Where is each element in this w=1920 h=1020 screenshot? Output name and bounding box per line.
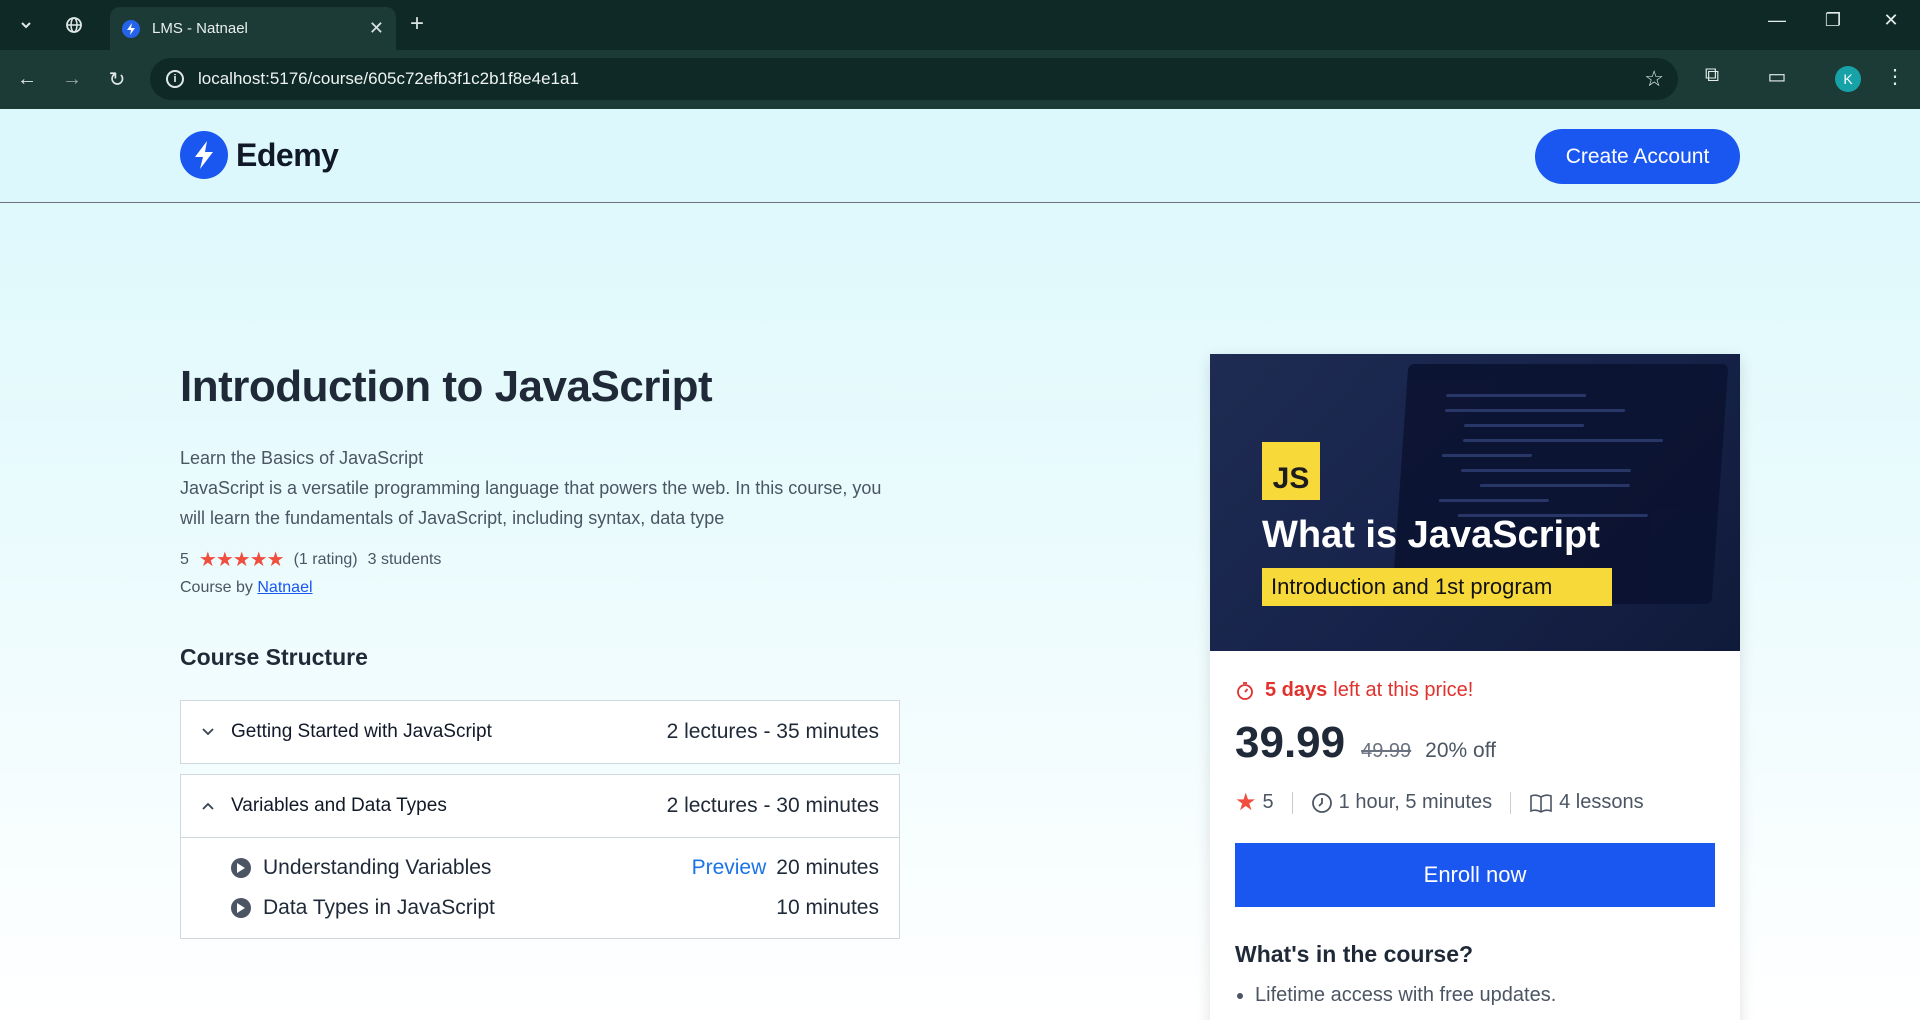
play-icon (231, 858, 251, 878)
new-tab-button[interactable]: + (410, 11, 424, 37)
thumbnail-subtitle: Introduction and 1st program (1262, 568, 1612, 606)
byline: Course by Natnael (180, 579, 313, 597)
create-account-button[interactable]: Create Account (1535, 129, 1740, 184)
chapter-header[interactable]: Variables and Data Types 2 lectures - 30… (181, 775, 899, 837)
lecture-list: Understanding Variables Preview 20 minut… (181, 837, 899, 938)
lecture-duration: 10 minutes (776, 896, 879, 919)
bookmark-star-icon[interactable]: ☆ (1644, 66, 1664, 92)
feature-list: Lifetime access with free updates. (1235, 984, 1715, 1007)
play-icon (231, 898, 251, 918)
feature-item: Lifetime access with free updates. (1255, 984, 1715, 1007)
lecture-row: Data Types in JavaScript 10 minutes (231, 888, 879, 928)
duration-stat: 1 hour, 5 minutes (1338, 791, 1493, 813)
star-icons: ★★★★★ (198, 549, 285, 571)
deadline-text: left at this price! (1333, 679, 1474, 701)
original-price: 49.99 (1361, 740, 1412, 762)
divider (1291, 791, 1293, 814)
js-logo: JS (1262, 442, 1320, 500)
rating-stat: 5 (1262, 791, 1274, 813)
lecture-title: Understanding Variables (263, 856, 492, 879)
rating-row: 5 ★★★★★ (1 rating) 3 students (180, 547, 441, 572)
price-row: 39.99 49.99 20% off (1235, 718, 1715, 768)
page: Edemy Create Account Introduction to Jav… (0, 109, 1920, 1020)
book-icon (1530, 793, 1552, 813)
chevron-up-icon (201, 798, 217, 814)
course-thumbnail: JS What is JavaScript Introduction and 1… (1210, 354, 1740, 651)
enroll-button[interactable]: Enroll now (1235, 843, 1715, 907)
tab-title: LMS - Natnael (152, 20, 248, 37)
globe-icon[interactable] (58, 9, 90, 41)
description-line: Learn the Basics of JavaScript (180, 448, 424, 468)
chapter-title: Variables and Data Types (231, 795, 447, 816)
course-title: Introduction to JavaScript (180, 362, 713, 411)
browser-tab[interactable]: LMS - Natnael ✕ (110, 7, 396, 50)
reading-mode-icon[interactable]: ▭ (1762, 64, 1792, 89)
lightning-icon (180, 131, 228, 179)
student-count: 3 students (367, 550, 442, 568)
chapter-title: Getting Started with JavaScript (231, 721, 492, 742)
chapter-meta: 2 lectures - 30 minutes (666, 794, 879, 817)
back-icon[interactable]: ← (12, 64, 42, 94)
lessons-stat: 4 lessons (1559, 791, 1644, 813)
lightning-icon (122, 19, 140, 38)
current-price: 39.99 (1235, 718, 1346, 767)
card-body: 5 days left at this price! 39.99 49.99 2… (1210, 679, 1740, 1007)
discount: 20% off (1425, 739, 1497, 762)
preview-link[interactable]: Preview (692, 856, 767, 880)
whats-in-course-heading: What's in the course? (1235, 941, 1474, 967)
chevron-down-icon (201, 724, 217, 740)
lecture-row: Understanding Variables Preview 20 minut… (231, 848, 879, 888)
course-stats: ★ 5 1 hour, 5 minutes 4 lessons (1235, 788, 1715, 817)
course-description: Learn the Basics of JavaScript JavaScrip… (180, 443, 900, 533)
browser-tab-strip: LMS - Natnael ✕ + — ❐ ✕ (0, 0, 1920, 50)
rating-value: 5 (180, 550, 189, 568)
days-left: 5 days (1265, 679, 1328, 701)
chapter-header[interactable]: Getting Started with JavaScript 2 lectur… (181, 701, 899, 763)
chevron-down-icon (21, 22, 31, 29)
extensions-icon[interactable]: ⧉ (1697, 64, 1727, 87)
site-info-icon[interactable]: i (166, 70, 184, 88)
chapter-meta: 2 lectures - 35 minutes (666, 720, 879, 743)
instructor-link[interactable]: Natnael (257, 579, 312, 596)
price-deadline: 5 days left at this price! (1235, 679, 1715, 702)
brand-name: Edemy (236, 136, 339, 173)
rating-count: (1 rating) (293, 550, 358, 568)
chapter: Variables and Data Types 2 lectures - 30… (180, 774, 900, 939)
lecture-title: Data Types in JavaScript (263, 896, 495, 919)
site-header: Edemy Create Account (0, 109, 1920, 203)
timer-icon (1237, 681, 1253, 700)
forward-icon[interactable]: → (57, 64, 87, 94)
browser-toolbar: ← → ↻ i localhost:5176/course/605c72efb3… (0, 50, 1920, 109)
address-bar[interactable]: i localhost:5176/course/605c72efb3f1c2b1… (150, 58, 1678, 100)
restore-icon[interactable]: ❐ (1818, 10, 1848, 31)
profile-avatar[interactable]: K (1835, 66, 1861, 92)
close-window-icon[interactable]: ✕ (1876, 10, 1906, 31)
menu-icon[interactable]: ⋮ (1880, 64, 1910, 89)
purchase-card: JS What is JavaScript Introduction and 1… (1210, 354, 1740, 1020)
minimize-icon[interactable]: — (1762, 10, 1792, 31)
close-tab-icon[interactable]: ✕ (369, 18, 384, 39)
course-structure-heading: Course Structure (180, 644, 368, 670)
url-text: localhost:5176/course/605c72efb3f1c2b1f8… (198, 69, 579, 88)
star-icon: ★ (1235, 789, 1257, 816)
tab-search-button[interactable] (10, 9, 42, 41)
divider (1510, 791, 1512, 814)
reload-icon[interactable]: ↻ (102, 64, 132, 94)
lecture-duration: 20 minutes (776, 856, 879, 879)
clock-icon (1311, 792, 1332, 813)
thumbnail-title: What is JavaScript (1262, 514, 1600, 556)
logo[interactable]: Edemy (180, 131, 339, 179)
chapter: Getting Started with JavaScript 2 lectur… (180, 700, 900, 764)
description-line: JavaScript is a versatile programming la… (180, 478, 882, 528)
byline-prefix: Course by (180, 579, 253, 596)
